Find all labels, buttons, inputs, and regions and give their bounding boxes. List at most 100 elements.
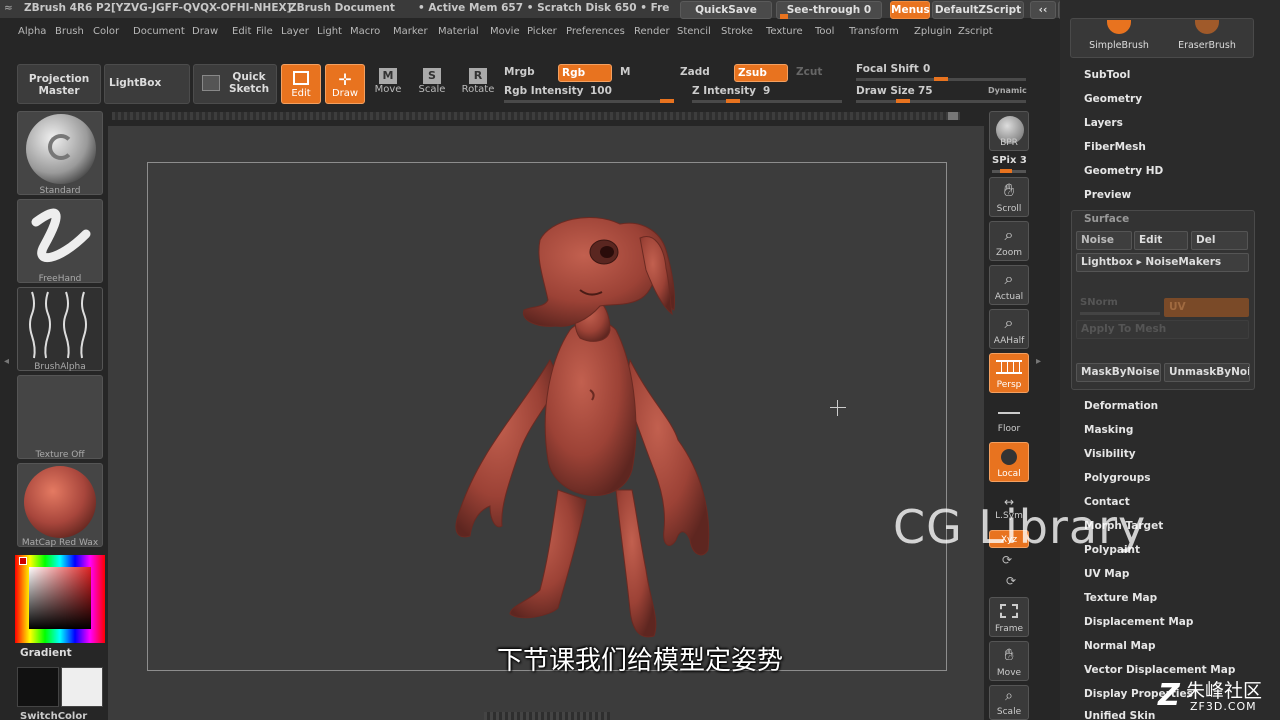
menu-layer[interactable]: Layer	[281, 26, 309, 37]
menu-stencil[interactable]: Stencil	[677, 26, 711, 37]
fibermesh-menu[interactable]: FiberMesh	[1084, 141, 1146, 153]
frame-button[interactable]: Frame	[989, 597, 1029, 637]
spix-slider[interactable]: SPix 3	[992, 155, 1027, 166]
switch-color-button[interactable]: SwitchColor	[20, 711, 87, 720]
quicksave-button[interactable]: QuickSave	[680, 1, 772, 19]
quick-sketch-button[interactable]: Quick Sketch	[193, 64, 277, 104]
rgb-intensity-slider[interactable]	[504, 100, 674, 103]
persp-button[interactable]: Persp	[989, 353, 1029, 393]
layers-menu[interactable]: Layers	[1084, 117, 1123, 129]
canvas-scroll-knob[interactable]	[948, 112, 958, 120]
simple-brush-button[interactable]: SimpleBrush	[1076, 18, 1162, 54]
apply-to-mesh-button[interactable]: Apply To Mesh	[1076, 320, 1249, 339]
brush-picker[interactable]: Standard	[17, 111, 103, 196]
draw-mode-button[interactable]: ✛ Draw	[325, 64, 365, 104]
rotate-y-icon[interactable]: ⟳	[1002, 553, 1012, 567]
default-zscript-button[interactable]: DefaultZScript	[932, 1, 1024, 19]
menu-brush[interactable]: Brush	[55, 26, 84, 37]
material-picker[interactable]: MatCap Red Wax	[17, 463, 103, 548]
menu-zplugin[interactable]: Zplugin	[914, 26, 952, 37]
color-saturation-square[interactable]	[29, 567, 91, 629]
floor-button[interactable]: Floor	[989, 397, 1029, 437]
rotate-z-icon[interactable]: ⟳	[1006, 574, 1016, 588]
surface-header[interactable]: Surface	[1084, 213, 1129, 225]
stroke-picker[interactable]: FreeHand	[17, 199, 103, 284]
alpha-picker[interactable]: BrushAlpha	[17, 287, 103, 372]
see-through-knob[interactable]	[780, 14, 788, 19]
edit-mode-button[interactable]: Edit	[281, 64, 321, 104]
m-button[interactable]: M	[620, 66, 630, 78]
menu-alpha[interactable]: Alpha	[18, 26, 46, 37]
uv-toggle[interactable]: UV	[1164, 298, 1249, 317]
right-tray-toggle-icon[interactable]: ▸	[1036, 356, 1044, 372]
move-mode-button[interactable]: M Move	[372, 66, 404, 104]
polygroups-menu[interactable]: Polygroups	[1084, 472, 1151, 484]
menu-document[interactable]: Document	[133, 26, 185, 37]
masking-menu[interactable]: Masking	[1084, 424, 1133, 436]
dynamic-toggle[interactable]: Dynamic	[988, 86, 1027, 95]
zcut-button[interactable]: Zcut	[796, 66, 822, 78]
menu-picker[interactable]: Picker	[527, 26, 557, 37]
draw-size-slider[interactable]	[856, 100, 1026, 103]
rotate-mode-button[interactable]: R Rotate	[460, 66, 496, 104]
z-intensity-slider[interactable]	[692, 100, 842, 103]
eraser-brush-button[interactable]: EraserBrush	[1164, 18, 1250, 54]
canvas-top-scrollbar[interactable]	[112, 112, 960, 120]
projection-master-button[interactable]: Projection Master	[17, 64, 101, 104]
bpr-button[interactable]: BPR	[989, 111, 1029, 151]
mask-by-noise-button[interactable]: MaskByNoise	[1076, 363, 1161, 382]
subtool-menu[interactable]: SubTool	[1084, 69, 1130, 81]
menu-material[interactable]: Material	[438, 26, 479, 37]
z-intensity-knob[interactable]	[726, 99, 740, 103]
geometry-hd-menu[interactable]: Geometry HD	[1084, 165, 1163, 177]
zoom-button[interactable]: ⌕ Zoom	[989, 221, 1029, 261]
noise-del-button[interactable]: Del	[1191, 231, 1248, 250]
texture-picker[interactable]: Texture Off	[17, 375, 103, 460]
scroll-button[interactable]: ✋︎ Scroll	[989, 177, 1029, 217]
menu-color[interactable]: Color	[93, 26, 119, 37]
menu-draw[interactable]: Draw	[192, 26, 218, 37]
sculpt-model-figure[interactable]	[440, 210, 740, 650]
left-tray-toggle-icon[interactable]: ◂	[4, 356, 10, 372]
menu-tool[interactable]: Tool	[815, 26, 834, 37]
snorm-slider[interactable]: SNorm	[1080, 297, 1118, 308]
rgb-intensity-knob[interactable]	[660, 99, 674, 103]
rgb-button[interactable]: Rgb	[558, 64, 612, 82]
menu-transform[interactable]: Transform	[849, 26, 899, 37]
visibility-menu[interactable]: Visibility	[1084, 448, 1136, 460]
unified-skin-menu[interactable]: Unified Skin	[1084, 710, 1155, 720]
mrgb-button[interactable]: Mrgb	[504, 66, 535, 78]
spix-knob[interactable]	[1000, 169, 1012, 173]
menu-stroke[interactable]: Stroke	[721, 26, 753, 37]
texture-map-menu[interactable]: Texture Map	[1084, 592, 1157, 604]
scale-view-button[interactable]: ⌕ Scale	[989, 685, 1029, 720]
menu-light[interactable]: Light	[317, 26, 342, 37]
geometry-menu[interactable]: Geometry	[1084, 93, 1142, 105]
menus-toggle[interactable]: Menus	[890, 1, 930, 19]
layout-prev-icon[interactable]: ‹‹	[1030, 1, 1056, 19]
zadd-button[interactable]: Zadd	[680, 66, 710, 78]
noise-button[interactable]: Noise	[1076, 231, 1132, 250]
menu-file[interactable]: File	[256, 26, 273, 37]
noise-edit-button[interactable]: Edit	[1134, 231, 1188, 250]
preview-menu[interactable]: Preview	[1084, 189, 1131, 201]
unmask-by-noise-button[interactable]: UnmaskByNois	[1164, 363, 1250, 382]
menu-edit[interactable]: Edit	[232, 26, 251, 37]
aahalf-button[interactable]: ⌕ AAHalf	[989, 309, 1029, 349]
zsub-button[interactable]: Zsub	[734, 64, 788, 82]
local-button[interactable]: Local	[989, 442, 1029, 482]
menu-macro[interactable]: Macro	[350, 26, 380, 37]
displacement-map-menu[interactable]: Displacement Map	[1084, 616, 1193, 628]
menu-marker[interactable]: Marker	[393, 26, 428, 37]
menu-movie[interactable]: Movie	[490, 26, 520, 37]
uv-map-menu[interactable]: UV Map	[1084, 568, 1129, 580]
menu-texture[interactable]: Texture	[766, 26, 803, 37]
menu-zscript[interactable]: Zscript	[958, 26, 993, 37]
deformation-menu[interactable]: Deformation	[1084, 400, 1158, 412]
scale-mode-button[interactable]: S Scale	[416, 66, 448, 104]
actual-button[interactable]: ⌕ Actual	[989, 265, 1029, 305]
draw-size-knob[interactable]	[896, 99, 910, 103]
lightbox-noisemakers-button[interactable]: Lightbox ▸ NoiseMakers	[1076, 253, 1249, 272]
focal-shift-knob[interactable]	[934, 77, 948, 81]
bottom-tray-toggle[interactable]	[484, 712, 610, 720]
